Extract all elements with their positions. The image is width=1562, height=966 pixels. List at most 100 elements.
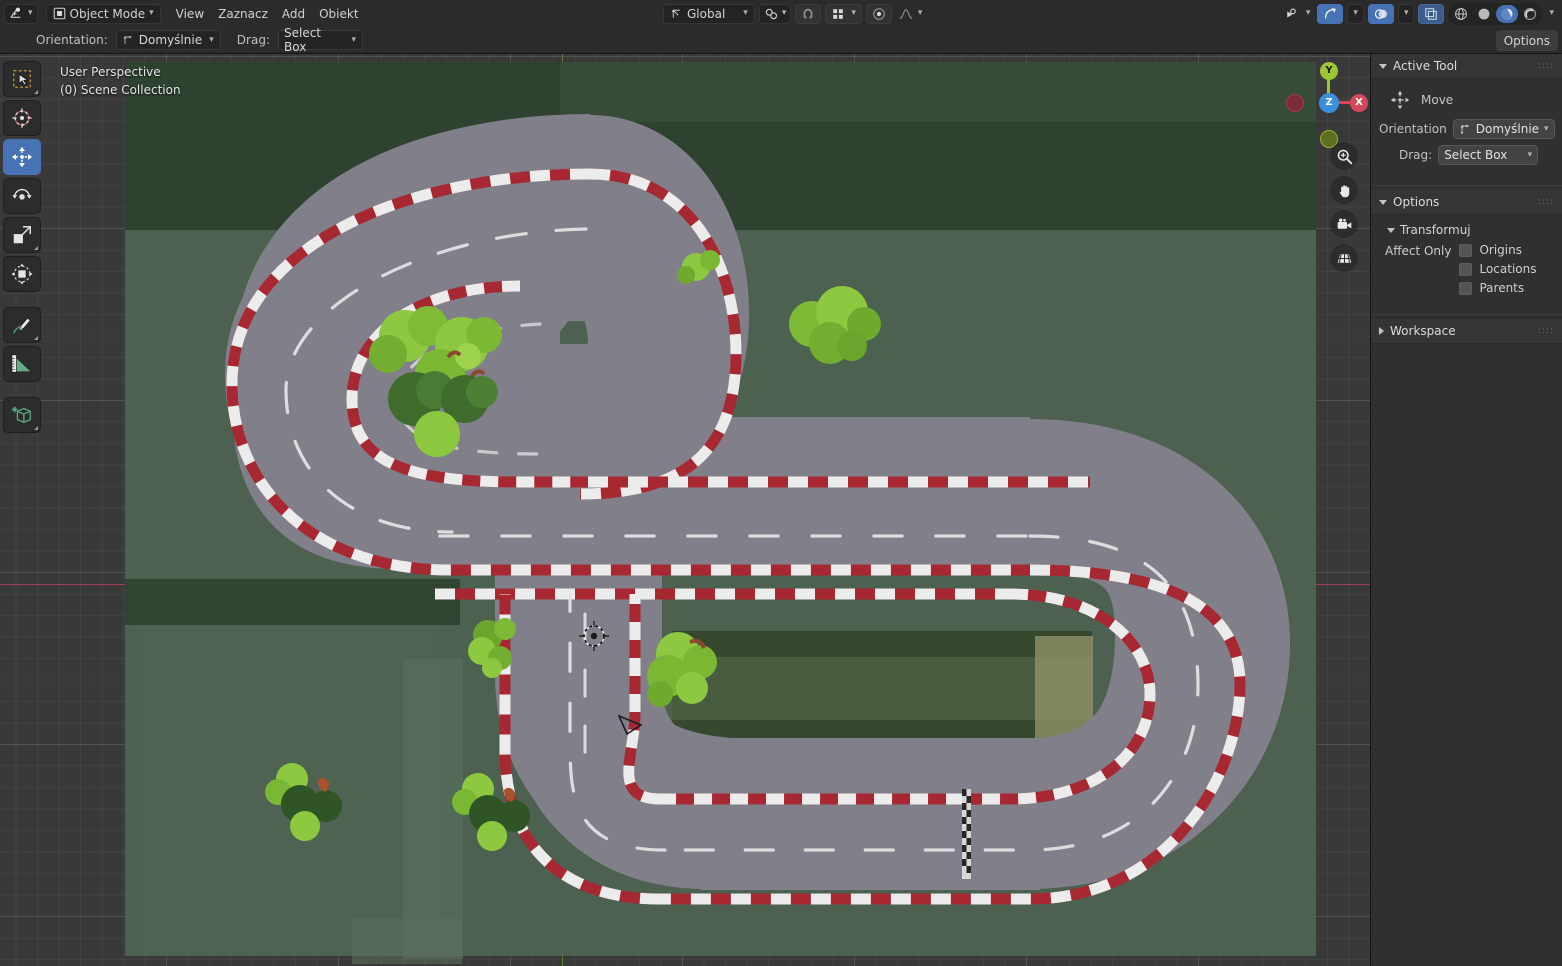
overlays-toggle[interactable] xyxy=(1367,3,1394,24)
overlays-dropdown[interactable]: ▾ xyxy=(1397,3,1415,24)
scene-collection-label: (0) Scene Collection xyxy=(60,83,181,97)
panel-header-options[interactable]: Options :::: xyxy=(1371,190,1562,215)
transform-tool[interactable] xyxy=(3,256,41,292)
gizmo-toggle[interactable] xyxy=(1317,3,1344,24)
drag-dropdown[interactable]: Select Box ▾ xyxy=(277,26,363,54)
proportional-editing-selector[interactable]: ▾ xyxy=(825,3,862,24)
measure-tool[interactable] xyxy=(3,346,41,382)
orientation-dropdown[interactable]: Domyślnie ▾ xyxy=(115,30,221,50)
proportional-edit-toggle[interactable] xyxy=(865,3,892,24)
gizmo-axis-z[interactable]: Z xyxy=(1319,93,1339,113)
checkbox-parents[interactable] xyxy=(1459,281,1473,295)
drag-value: Select Box xyxy=(283,26,322,54)
shading-dropdown[interactable]: ▾ xyxy=(1547,4,1556,24)
menu-zaznacz[interactable]: Zaznacz xyxy=(211,4,275,24)
gizmo-axis-negative-x[interactable] xyxy=(1286,94,1304,112)
drag-label: Drag: xyxy=(236,33,270,47)
panel-body-options: Transformuj Affect Only Origins Location… xyxy=(1371,215,1562,310)
gizmo-dropdown[interactable]: ▾ xyxy=(1347,3,1364,24)
panel-title-options: Options xyxy=(1393,195,1440,209)
viewport-nav-buttons xyxy=(1330,142,1358,272)
checkbox-origins[interactable] xyxy=(1459,243,1473,257)
gizmo-x-label: X xyxy=(1355,97,1363,108)
menu-obiekt[interactable]: Obiekt xyxy=(312,4,365,24)
falloff-curve-icon xyxy=(899,7,913,21)
shading-wireframe-button[interactable] xyxy=(1450,5,1472,23)
camera-view-icon[interactable] xyxy=(1330,210,1358,238)
cursor-tool[interactable] xyxy=(3,100,41,136)
3d-viewport[interactable]: User Perspective (0) Scene Collection Y … xyxy=(0,54,1562,966)
chevron-down-icon: ▾ xyxy=(781,8,787,18)
chevron-down-icon: ▾ xyxy=(149,8,154,18)
object-mode-label: Object Mode xyxy=(69,6,146,21)
orientation-axes-icon xyxy=(670,7,683,20)
chevron-down-icon xyxy=(1379,199,1387,205)
options-button[interactable]: Options xyxy=(1495,30,1558,51)
sidebar-orientation-row: Orientation Domyślnie ▾ xyxy=(1379,119,1555,139)
panel-divider xyxy=(1371,185,1562,186)
add-cube-tool[interactable] xyxy=(3,397,41,433)
sidebar-orientation-dropdown[interactable]: Domyślnie ▾ xyxy=(1452,119,1555,139)
gizmo-axis-x[interactable]: X xyxy=(1350,94,1368,112)
checkbox-locations[interactable] xyxy=(1459,262,1473,276)
falloff-selector[interactable]: ▾ xyxy=(896,4,926,24)
snap-target-icon xyxy=(764,7,778,21)
transform-orientation-selector[interactable]: Global ▾ xyxy=(663,3,755,24)
start-finish-line xyxy=(962,789,971,879)
checkbox-row-origins: Origins xyxy=(1459,243,1554,257)
panel-header-active-tool[interactable]: Active Tool :::: xyxy=(1371,54,1562,79)
scale-tool[interactable] xyxy=(3,217,41,253)
menu-view[interactable]: View xyxy=(169,4,211,24)
chevron-down-icon: ▾ xyxy=(851,8,856,18)
shading-material-preview-button[interactable] xyxy=(1496,4,1519,23)
editor-type-selector[interactable]: ▾ xyxy=(4,3,38,24)
zoom-icon[interactable] xyxy=(1330,142,1358,170)
subpanel-header-transform[interactable]: Transformuj xyxy=(1379,221,1554,243)
chevron-down-icon: ▾ xyxy=(351,34,356,45)
visibility-selector[interactable]: ▾ xyxy=(1282,4,1314,24)
chevron-down-icon: ▾ xyxy=(917,8,923,18)
chevron-down-icon: ▾ xyxy=(1353,8,1358,18)
annotate-tool[interactable] xyxy=(3,307,41,343)
gizmo-icon xyxy=(1323,7,1337,21)
visibility-eye-icon xyxy=(1285,7,1300,21)
sidebar-drag-dropdown[interactable]: Select Box ▾ xyxy=(1438,145,1539,165)
magnet-snap-toggle[interactable] xyxy=(795,3,822,24)
chevron-down-icon: ▾ xyxy=(1403,8,1409,18)
active-tool-name: Move xyxy=(1421,93,1454,107)
proportional-edit-icon xyxy=(872,7,886,21)
checkbox-label-parents: Parents xyxy=(1479,281,1525,295)
rotate-tool[interactable] xyxy=(3,178,41,214)
hand-pan-icon[interactable] xyxy=(1330,176,1358,204)
camera-empty-object[interactable] xyxy=(616,712,644,738)
gizmo-axis-y[interactable]: Y xyxy=(1320,62,1338,80)
move-tool[interactable] xyxy=(3,139,41,175)
object-mode-selector[interactable]: Object Mode ▾ xyxy=(45,3,161,24)
orientation-axes-icon xyxy=(1459,123,1471,135)
3d-cursor xyxy=(579,621,609,651)
orientation-axes-icon xyxy=(122,34,134,46)
orthographic-grid-icon[interactable] xyxy=(1330,244,1358,272)
chevron-down-icon: ▾ xyxy=(1527,149,1533,160)
snapping-selector[interactable]: ▾ xyxy=(758,3,792,24)
shading-rendered-button[interactable] xyxy=(1519,5,1541,23)
magnet-icon xyxy=(801,7,815,21)
panel-drag-dots[interactable]: :::: xyxy=(1538,326,1554,336)
navigation-gizmo[interactable]: Y Z X xyxy=(1278,60,1368,148)
shading-solid-button[interactable] xyxy=(1473,5,1495,23)
menu-add[interactable]: Add xyxy=(275,4,312,24)
xray-toggle[interactable] xyxy=(1418,3,1445,24)
proportional-grid-icon xyxy=(831,7,845,21)
panel-drag-dots[interactable]: :::: xyxy=(1538,197,1554,207)
sidebar-drag-row: Drag: Select Box ▾ xyxy=(1379,145,1554,165)
panel-title-workspace: Workspace xyxy=(1390,324,1456,338)
panel-header-workspace[interactable]: Workspace :::: xyxy=(1371,319,1562,344)
tweak-select-box-tool[interactable] xyxy=(3,61,41,97)
panel-divider xyxy=(1371,314,1562,315)
panel-title-active-tool: Active Tool xyxy=(1393,59,1458,73)
viewport-header-bar: ▾ Object Mode ▾ View Zaznacz Add Obiekt … xyxy=(0,0,1562,27)
race-track-model xyxy=(224,114,1291,905)
panel-drag-dots[interactable]: :::: xyxy=(1538,61,1554,71)
chevron-down-icon: ▾ xyxy=(1305,8,1311,18)
checkbox-label-origins: Origins xyxy=(1479,243,1522,257)
